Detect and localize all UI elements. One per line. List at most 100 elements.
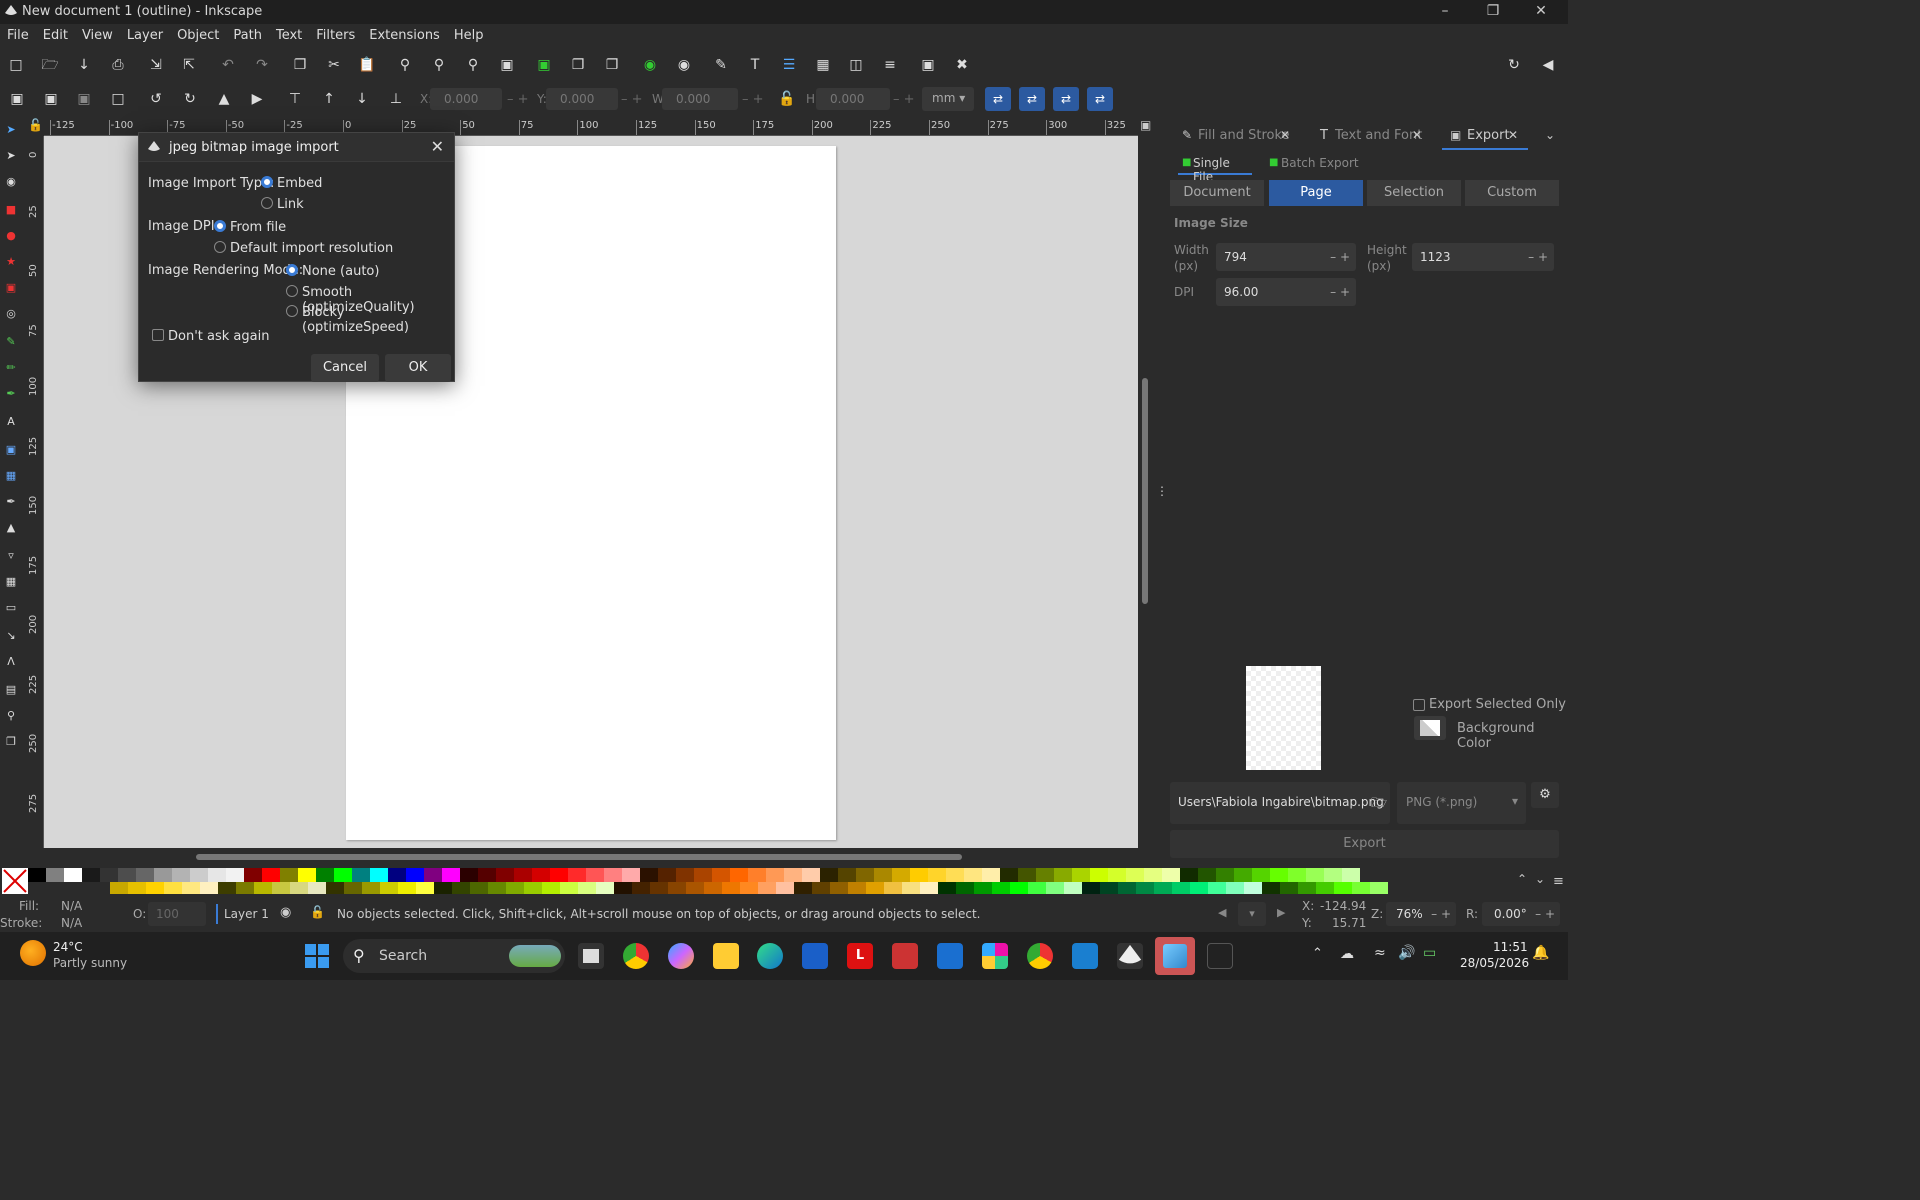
color-swatch[interactable] (1288, 868, 1306, 882)
color-swatch[interactable] (902, 882, 920, 894)
lock-guides-icon[interactable]: 🔓 (28, 118, 43, 132)
gradient-tool-icon[interactable]: ▣ (3, 442, 19, 458)
color-swatch[interactable] (334, 868, 352, 882)
unit-select[interactable]: mm ▾ (922, 87, 974, 111)
color-swatch[interactable] (748, 868, 766, 882)
file-explorer-icon[interactable] (713, 943, 739, 969)
color-swatch[interactable] (1072, 868, 1090, 882)
dropper-tool-icon[interactable]: ✒ (3, 494, 19, 510)
color-swatch[interactable] (622, 868, 640, 882)
default-resolution-radio[interactable] (214, 241, 226, 253)
embed-radio[interactable] (261, 176, 273, 188)
slack-icon[interactable] (982, 943, 1008, 969)
color-swatch[interactable] (416, 882, 434, 894)
paste-icon[interactable]: 📋 (358, 56, 376, 74)
edge-icon[interactable] (757, 943, 783, 969)
color-swatch[interactable] (1154, 882, 1172, 894)
color-swatch[interactable] (614, 882, 632, 894)
color-swatch[interactable] (424, 868, 442, 882)
color-swatch[interactable] (1352, 882, 1370, 894)
w-field[interactable]: 0.000 (662, 88, 738, 110)
single-file-tab[interactable]: ■ Single File (1178, 153, 1252, 184)
color-swatch[interactable] (830, 882, 848, 894)
eraser-tool-icon[interactable]: ▭ (3, 600, 19, 616)
rotate-field[interactable]: 0.00° – + (1482, 902, 1560, 926)
color-swatch[interactable] (650, 882, 668, 894)
zoom-width-icon[interactable]: ▣ (498, 56, 516, 74)
color-swatch[interactable] (1126, 868, 1144, 882)
color-swatch[interactable] (1298, 882, 1316, 894)
x-field[interactable]: 0.000 (430, 88, 502, 110)
y-field[interactable]: 0.000 (546, 88, 618, 110)
palette-scroll-up-icon[interactable]: ⌃ (1517, 872, 1527, 886)
color-swatch[interactable] (1324, 868, 1342, 882)
tweak-tool-icon[interactable]: ▿ (3, 548, 19, 564)
color-swatch[interactable] (992, 882, 1010, 894)
blocky-radio[interactable] (286, 305, 298, 317)
color-swatch[interactable] (1316, 882, 1334, 894)
layer-lock-icon[interactable]: 🔓 (310, 905, 325, 919)
color-swatch[interactable] (262, 868, 280, 882)
close-tab-text-icon[interactable]: ✕ (1412, 128, 1422, 142)
menu-path[interactable]: Path (226, 24, 269, 43)
ellipse-tool-icon[interactable]: ● (3, 228, 19, 244)
color-swatch[interactable] (1306, 868, 1324, 882)
width-field[interactable]: 794– + (1216, 243, 1356, 271)
none-auto-label[interactable]: None (auto) (302, 264, 379, 279)
height-stepper[interactable]: – + (1528, 243, 1548, 271)
color-swatch[interactable] (712, 868, 730, 882)
color-swatch[interactable] (1082, 882, 1100, 894)
color-swatch[interactable] (1162, 868, 1180, 882)
filename-field[interactable]: Users\Fabiola Ingabire\bitmap.png 🗁 (1170, 782, 1390, 824)
paint-bucket-icon[interactable]: ▲ (3, 520, 19, 536)
segment-document[interactable]: Document (1170, 180, 1264, 206)
star-tool-icon[interactable]: ★ (3, 254, 19, 270)
redo-icon[interactable]: ↷ (253, 56, 271, 74)
snap-toggle-icon[interactable]: ↻ (1505, 56, 1523, 74)
color-swatch[interactable] (820, 868, 838, 882)
xml-editor-icon[interactable]: ▦ (814, 56, 832, 74)
mesh-tool-icon[interactable]: ▦ (3, 468, 19, 484)
color-swatch[interactable] (1010, 882, 1028, 894)
export-selected-only-label[interactable]: Export Selected Only (1429, 697, 1566, 712)
from-file-label[interactable]: From file (230, 220, 286, 235)
print-icon[interactable]: ⎙ (109, 56, 127, 74)
color-swatch[interactable] (524, 882, 542, 894)
color-swatch[interactable] (226, 868, 244, 882)
flip-vertical-icon[interactable]: ▶ (248, 90, 266, 108)
zoom-selection-icon[interactable]: ⚲ (396, 56, 414, 74)
new-document-icon[interactable]: □ (7, 56, 25, 74)
color-swatch[interactable] (388, 868, 406, 882)
color-swatch[interactable] (730, 868, 748, 882)
restore-button[interactable]: ❐ (1470, 0, 1516, 24)
cancel-button[interactable]: Cancel (311, 354, 379, 382)
color-swatch[interactable] (1100, 882, 1118, 894)
color-swatch[interactable] (110, 882, 128, 894)
dpi-stepper[interactable]: – + (1330, 278, 1350, 306)
flip-horizontal-icon[interactable]: ▲ (215, 90, 233, 108)
chrome-icon[interactable] (623, 943, 649, 969)
color-swatch[interactable] (460, 868, 478, 882)
select-all-layers-icon[interactable]: ▣ (42, 90, 60, 108)
group-icon[interactable]: ◉ (641, 56, 659, 74)
deselect-icon[interactable]: ▣ (75, 90, 93, 108)
color-swatch[interactable] (298, 868, 316, 882)
export-icon[interactable]: ⇱ (180, 56, 198, 74)
task-view-icon[interactable] (578, 943, 604, 969)
color-swatch[interactable] (812, 882, 830, 894)
color-swatch[interactable] (740, 882, 758, 894)
raise-top-icon[interactable]: ⊤ (286, 90, 304, 108)
affinity-icon[interactable] (1207, 943, 1233, 969)
color-swatch[interactable] (722, 882, 740, 894)
h-stepper[interactable]: – + (893, 92, 915, 107)
color-swatch[interactable] (784, 868, 802, 882)
color-swatch[interactable] (136, 868, 154, 882)
collapse-arrow-icon[interactable]: ◀ (1539, 56, 1557, 74)
close-tab-fill-icon[interactable]: ✕ (1280, 128, 1290, 142)
color-swatch[interactable] (380, 882, 398, 894)
color-swatch[interactable] (190, 868, 208, 882)
layers-icon[interactable]: ☰ (780, 56, 798, 74)
opacity-field[interactable]: 100 (148, 902, 206, 926)
menu-filters[interactable]: Filters (309, 24, 362, 43)
color-swatch[interactable] (370, 868, 388, 882)
